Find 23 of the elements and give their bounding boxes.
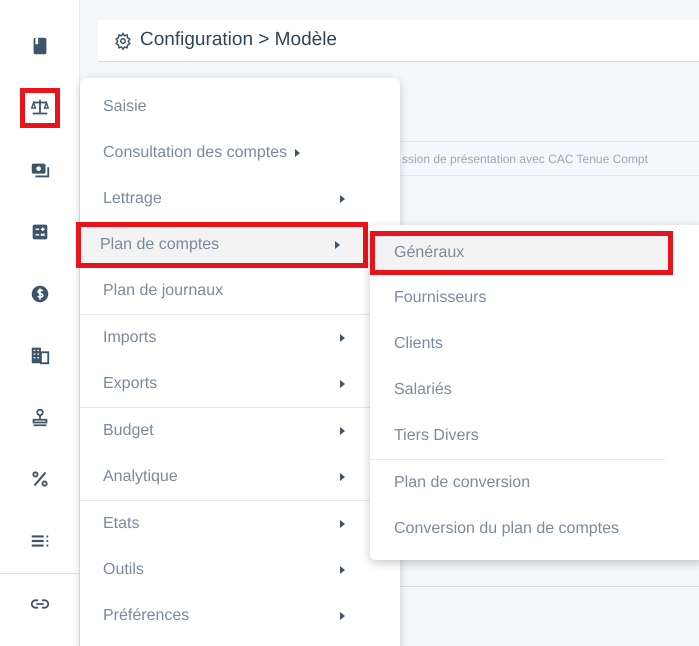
submenu-item[interactable]: Plan de conversion <box>370 460 665 506</box>
menu-item[interactable]: Analytique <box>80 454 368 500</box>
menu-item[interactable]: Budget <box>80 408 368 454</box>
menu-item[interactable]: Plan de journaux <box>80 268 368 314</box>
sidebar-button[interactable] <box>20 88 60 128</box>
submenu-item[interactable]: Conversion du plan de comptes <box>370 506 665 552</box>
menu-item[interactable]: Consultation des comptes <box>80 130 368 176</box>
submenu-item[interactable]: Clients <box>370 321 699 367</box>
menu-item[interactable]: Exports <box>80 361 368 407</box>
submenu-item[interactable]: Salariés <box>370 367 699 413</box>
menu-item[interactable]: Imports <box>80 315 368 361</box>
menu-item[interactable]: Etats <box>80 501 368 547</box>
row-text: ssion de présentation avec CAC Tenue Compt <box>402 150 648 168</box>
submenu-item[interactable]: Généraux <box>370 231 673 275</box>
gear-icon <box>114 32 132 50</box>
submenu-item[interactable]: Fournisseurs <box>370 275 699 321</box>
menu-item[interactable]: Plan de comptes <box>76 222 368 268</box>
menu-item[interactable]: Préférences <box>80 593 368 639</box>
page-title: Configuration > Modèle <box>140 28 337 52</box>
menu-item[interactable]: Outils <box>80 547 368 593</box>
menu-item[interactable]: Lettrage <box>80 176 368 222</box>
menu-item[interactable]: Saisie <box>80 84 368 130</box>
submenu-item[interactable]: Tiers Divers <box>370 413 699 459</box>
